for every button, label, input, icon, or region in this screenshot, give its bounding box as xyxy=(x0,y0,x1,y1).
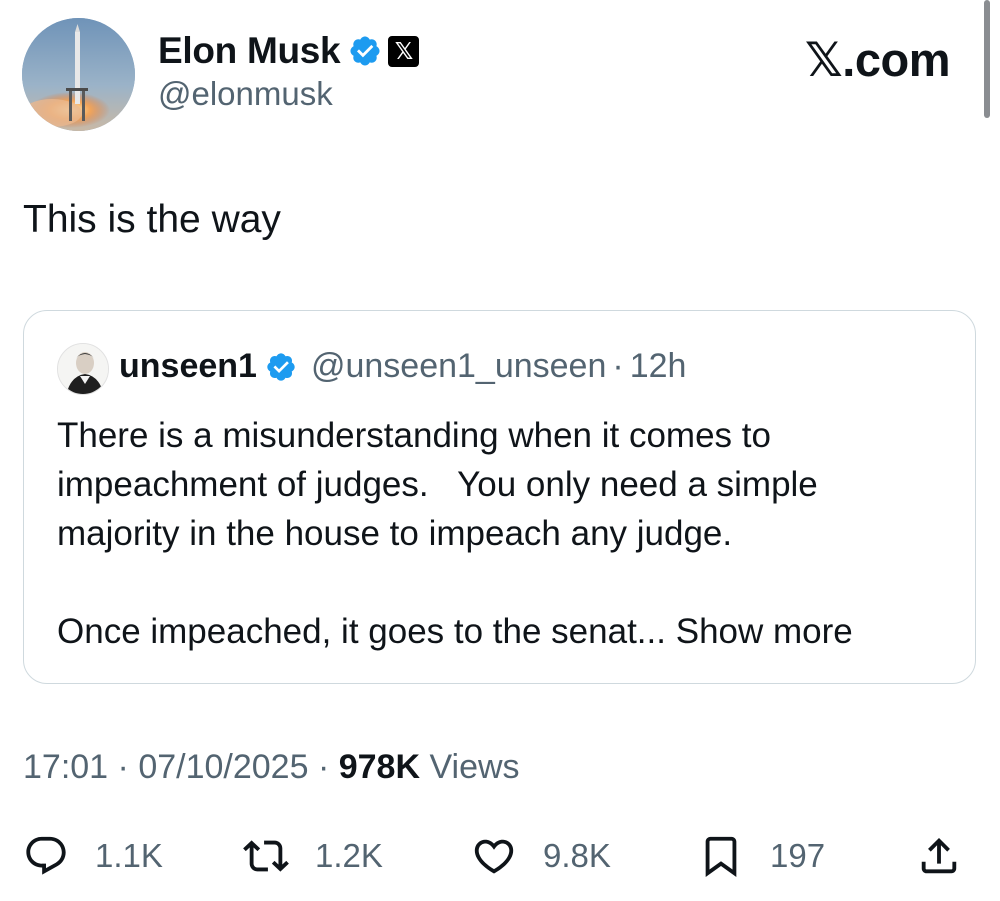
reply-count: 1.1K xyxy=(95,837,163,874)
quoted-separator: · xyxy=(612,347,624,385)
repost-icon xyxy=(243,840,289,872)
author-display-name-text[interactable]: Elon Musk xyxy=(158,30,341,72)
reply-button[interactable]: 1.1K xyxy=(23,828,163,884)
author-names: Elon Musk 𝕏 @elonmusk xyxy=(158,30,420,113)
repost-button[interactable]: 1.2K xyxy=(243,828,383,884)
tweet-meta: 17:01 · 07/10/2025 · 978K Views xyxy=(23,748,520,787)
quoted-text-line: majority in the house to impeach any jud… xyxy=(57,514,733,553)
views-label: Views xyxy=(429,748,520,786)
quoted-truncated-text: Once impeached, it goes to the senat... xyxy=(57,612,666,651)
quoted-display-name[interactable]: unseen1 xyxy=(119,347,257,386)
bookmark-count: 197 xyxy=(770,837,826,874)
author-avatar[interactable] xyxy=(22,18,135,131)
repost-count: 1.2K xyxy=(315,837,383,874)
verified-badge-icon[interactable] xyxy=(348,34,382,68)
author-display-name[interactable]: Elon Musk 𝕏 xyxy=(158,30,420,72)
tweet-header: Elon Musk 𝕏 @elonmusk 𝕏.com xyxy=(22,18,982,133)
quoted-tweet-card[interactable]: unseen1 @unseen1_unseen · 12h There is a… xyxy=(23,310,976,684)
bookmark-icon xyxy=(705,836,737,877)
quoted-text-line: impeachment of judges. You only need a s… xyxy=(57,465,818,504)
meta-separator: · xyxy=(317,748,330,786)
quoted-text-line: There is a misunderstanding when it come… xyxy=(57,416,771,455)
x-logo-watermark: 𝕏.com xyxy=(804,33,951,86)
quoted-text: There is a misunderstanding when it come… xyxy=(57,411,957,656)
show-more-link[interactable]: Show more xyxy=(676,612,853,651)
share-icon xyxy=(921,837,957,874)
meta-separator: · xyxy=(117,748,129,786)
like-button[interactable]: 9.8K xyxy=(471,828,611,884)
quoted-verified-badge-icon[interactable] xyxy=(265,351,297,383)
share-button[interactable] xyxy=(916,828,962,884)
bookmark-button[interactable]: 197 xyxy=(698,828,825,884)
quoted-timestamp[interactable]: 12h xyxy=(630,347,687,386)
tweet-time[interactable]: 17:01 xyxy=(23,748,108,786)
action-bar: 1.1K 1.2K 9.8K 197 xyxy=(23,828,973,884)
heart-icon xyxy=(474,839,514,874)
author-handle[interactable]: @elonmusk xyxy=(158,75,419,113)
quoted-author-avatar[interactable] xyxy=(57,343,109,395)
quoted-text-last-line: Once impeached, it goes to the senat... … xyxy=(57,607,957,656)
reply-icon xyxy=(26,836,66,875)
scrollbar[interactable] xyxy=(984,0,990,118)
tweet-date[interactable]: 07/10/2025 xyxy=(138,748,308,786)
like-count: 9.8K xyxy=(543,837,611,874)
quoted-handle[interactable]: @unseen1_unseen xyxy=(311,347,606,386)
x-affiliate-icon[interactable]: 𝕏 xyxy=(388,35,420,67)
tweet-text: This is the way xyxy=(23,198,281,241)
quoted-header: unseen1 @unseen1_unseen · 12h xyxy=(119,347,686,386)
views-count[interactable]: 978K xyxy=(339,748,420,786)
